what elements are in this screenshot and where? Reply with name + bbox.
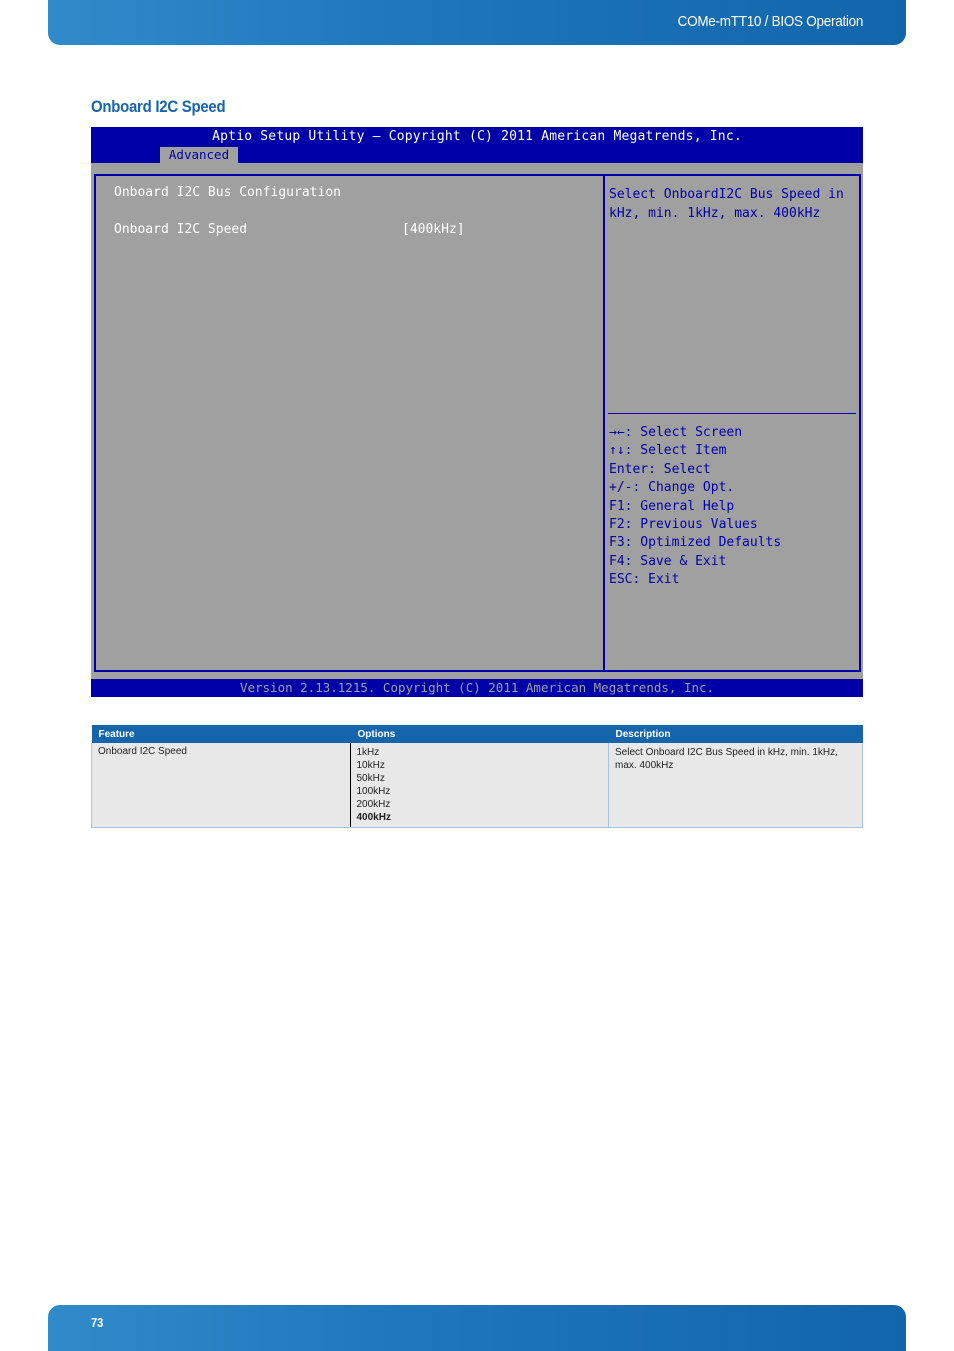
header-options: Options [349, 725, 609, 743]
bios-help-divider [608, 413, 856, 414]
section-title: Onboard I2C Speed [91, 97, 226, 116]
key-select-screen: →←: Select Screen [609, 425, 743, 440]
bios-version: Version 2.13.1215. Copyright (C) 2011 Am… [239, 680, 715, 695]
bios-screenshot: Aptio Setup Utility – Copyright (C) 2011… [91, 127, 863, 697]
bios-help-panel: Select OnboardI2C Bus Speed in kHz, min.… [603, 174, 861, 672]
bios-help-text: Select OnboardI2C Bus Speed in kHz, min.… [609, 187, 844, 221]
header-description: Description [608, 725, 863, 743]
table-row: Onboard I2C Speed 1kHz 10kHz 50kHz 100kH… [91, 743, 863, 828]
tab-advanced[interactable]: Advanced [160, 147, 238, 163]
key-save-exit: F4: Save & Exit [609, 553, 727, 569]
bios-main-panel: Onboard I2C Bus Configuration Onboard I2… [94, 174, 605, 672]
option-1khz: 1kHz [356, 747, 380, 758]
option-10khz: 10kHz [356, 760, 385, 771]
key-change-opt: +/-: Change Opt. [609, 480, 735, 496]
bios-title: Aptio Setup Utility – Copyright (C) 2011… [212, 129, 742, 144]
description-cell: Select Onboard I2C Bus Speed in kHz, min… [608, 743, 863, 828]
description-text: Select Onboard I2C Bus Speed in kHz, min… [615, 747, 838, 771]
page-number: 73 [91, 1315, 104, 1330]
bios-title-bar: Aptio Setup Utility – Copyright (C) 2011… [91, 127, 863, 163]
options-cell: 1kHz 10kHz 50kHz 100kHz 200kHz 400kHz [349, 743, 609, 828]
feature-cell: Onboard I2C Speed [91, 743, 350, 828]
header-title: COMe-mTT10 / BIOS Operation [677, 13, 863, 30]
option-400khz-default: 400kHz [356, 812, 391, 823]
key-optimized-defaults: F3: Optimized Defaults [609, 535, 782, 551]
key-general-help: F1: General Help [609, 498, 735, 514]
feature-table: Feature Options Description Onboard I2C … [91, 725, 863, 828]
key-enter-select: Enter: Select [609, 461, 711, 477]
onboard-i2c-speed-value[interactable]: [400kHz] [402, 222, 465, 237]
key-previous-values: F2: Previous Values [609, 516, 758, 532]
option-100khz: 100kHz [356, 786, 391, 797]
onboard-i2c-speed-setting[interactable]: Onboard I2C Speed [114, 222, 247, 237]
bios-version-bar: Version 2.13.1215. Copyright (C) 2011 Am… [91, 679, 863, 697]
table-header-row: Feature Options Description [91, 725, 863, 743]
page-header: COMe-mTT10 / BIOS Operation [48, 0, 906, 45]
header-feature: Feature [91, 725, 350, 743]
option-50khz: 50kHz [356, 773, 385, 784]
key-esc-exit: ESC: Exit [609, 572, 680, 588]
page-footer: 73 [48, 1305, 906, 1351]
bios-key-legend: →←: Select Screen ↑↓: Select Item Enter:… [609, 424, 781, 590]
option-200khz: 200kHz [356, 799, 391, 810]
key-select-item: ↑↓: Select Item [609, 443, 727, 459]
bios-section-heading: Onboard I2C Bus Configuration [114, 185, 341, 200]
